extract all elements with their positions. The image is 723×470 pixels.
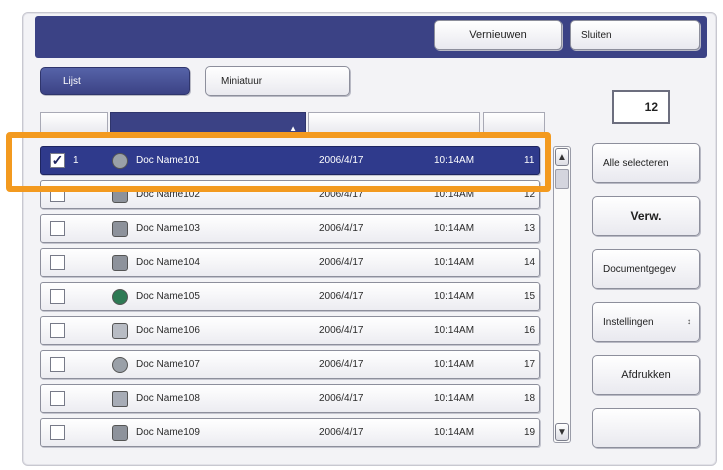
- doc-pages: 12: [524, 189, 536, 200]
- row-checkbox[interactable]: [50, 425, 65, 440]
- doc-pages: 17: [524, 359, 536, 370]
- doc-date: 2006/4/17: [319, 257, 364, 268]
- row-checkbox[interactable]: [50, 187, 65, 202]
- doc-time: 10:14AM: [434, 223, 475, 234]
- sort-ascending-icon: ▲: [289, 124, 297, 133]
- table-row[interactable]: Doc Name109 2006/4/17 10:14AM 19: [40, 418, 540, 447]
- doc-time: 10:14AM: [434, 155, 475, 166]
- doc-date: 2006/4/17: [319, 291, 364, 302]
- doc-name: Doc Name109: [136, 427, 200, 438]
- doc-name: Doc Name108: [136, 393, 200, 404]
- monitor-doc-icon: [112, 153, 128, 169]
- submenu-indicator-icon: ↕: [687, 317, 691, 326]
- doc-pages: 11: [524, 155, 535, 166]
- doc-time: 10:14AM: [434, 291, 475, 302]
- doc-name: Doc Name102: [136, 189, 200, 200]
- row-checkbox[interactable]: [50, 289, 65, 304]
- row-checkbox[interactable]: [50, 255, 65, 270]
- doc-date: 2006/4/17: [319, 427, 364, 438]
- row-checkbox[interactable]: [50, 391, 65, 406]
- tab-thumbnail-view[interactable]: Miniatuur: [205, 66, 350, 96]
- row-checkbox[interactable]: ✓: [50, 153, 65, 168]
- column-header-date[interactable]: [308, 112, 480, 136]
- doc-date: 2006/4/17: [319, 223, 364, 234]
- doc-pages: 14: [524, 257, 536, 268]
- doc-pages: 16: [524, 325, 536, 336]
- doc-pages: 13: [524, 223, 536, 234]
- doc-date: 2006/4/17: [319, 393, 364, 404]
- table-row[interactable]: Doc Name106 2006/4/17 10:14AM 16: [40, 316, 540, 345]
- globe-doc-icon: [112, 289, 128, 305]
- document-count: 12: [612, 90, 670, 124]
- chevron-up-icon: ▲: [557, 151, 567, 163]
- scanner-doc-icon: [112, 357, 128, 373]
- empty-button: [592, 408, 700, 448]
- chevron-down-icon: ▼: [557, 426, 567, 438]
- select-all-button[interactable]: Alle selecteren: [592, 143, 700, 183]
- document-list: ✓ 1 Doc Name101 2006/4/17 10:14AM 11 Doc…: [40, 136, 550, 447]
- doc-name: Doc Name103: [136, 223, 200, 234]
- tab-list-view[interactable]: Lijst: [40, 67, 190, 95]
- table-row[interactable]: Doc Name108 2006/4/17 10:14AM 18: [40, 384, 540, 413]
- row-checkbox[interactable]: [50, 323, 65, 338]
- doc-pages: 19: [524, 427, 536, 438]
- settings-button[interactable]: Instellingen ↕: [592, 302, 700, 342]
- printer-doc-icon: [112, 187, 128, 203]
- table-row[interactable]: Doc Name103 2006/4/17 10:14AM 13: [40, 214, 540, 243]
- doc-date: 2006/4/17: [319, 189, 364, 200]
- folder-doc-icon: [112, 391, 128, 407]
- printer-doc-icon: [112, 221, 128, 237]
- delete-button[interactable]: Verw.: [592, 196, 700, 236]
- refresh-button[interactable]: Vernieuwen: [434, 20, 562, 50]
- table-row[interactable]: Doc Name104 2006/4/17 10:14AM 14: [40, 248, 540, 277]
- table-row[interactable]: Doc Name105 2006/4/17 10:14AM 15: [40, 282, 540, 311]
- table-row[interactable]: Doc Name107 2006/4/17 10:14AM 17: [40, 350, 540, 379]
- doc-time: 10:14AM: [434, 393, 475, 404]
- doc-time: 10:14AM: [434, 427, 475, 438]
- list-scrollbar[interactable]: ▲ ▼: [553, 146, 571, 443]
- column-header-select[interactable]: [40, 112, 108, 136]
- doc-name: Doc Name105: [136, 291, 200, 302]
- scroll-up-button[interactable]: ▲: [555, 148, 569, 166]
- scroll-down-button[interactable]: ▼: [555, 423, 569, 441]
- row-checkbox[interactable]: [50, 357, 65, 372]
- box-doc-icon: [112, 323, 128, 339]
- column-header-pages[interactable]: [483, 112, 545, 136]
- row-number: 1: [73, 155, 79, 166]
- doc-time: 10:14AM: [434, 359, 475, 370]
- doc-time: 10:14AM: [434, 325, 475, 336]
- settings-label: Instellingen: [603, 316, 654, 328]
- row-checkbox[interactable]: [50, 221, 65, 236]
- doc-name: Doc Name104: [136, 257, 200, 268]
- doc-name: Doc Name101: [136, 155, 200, 166]
- table-row[interactable]: ✓ 1 Doc Name101 2006/4/17 10:14AM 11: [40, 146, 540, 175]
- close-button[interactable]: Sluiten: [570, 20, 700, 50]
- printer-doc-icon: [112, 425, 128, 441]
- table-row[interactable]: Doc Name102 2006/4/17 10:14AM 12: [40, 180, 540, 209]
- doc-time: 10:14AM: [434, 257, 475, 268]
- doc-date: 2006/4/17: [319, 325, 364, 336]
- printer-doc-icon: [112, 255, 128, 271]
- doc-date: 2006/4/17: [319, 359, 364, 370]
- doc-date: 2006/4/17: [319, 155, 364, 166]
- column-header-name[interactable]: ▲: [110, 112, 306, 136]
- doc-time: 10:14AM: [434, 189, 475, 200]
- doc-pages: 15: [524, 291, 536, 302]
- document-details-button[interactable]: Documentgegev: [592, 249, 700, 289]
- doc-pages: 18: [524, 393, 536, 404]
- doc-name: Doc Name107: [136, 359, 200, 370]
- doc-name: Doc Name106: [136, 325, 200, 336]
- print-button[interactable]: Afdrukken: [592, 355, 700, 395]
- scroll-thumb[interactable]: [555, 169, 569, 189]
